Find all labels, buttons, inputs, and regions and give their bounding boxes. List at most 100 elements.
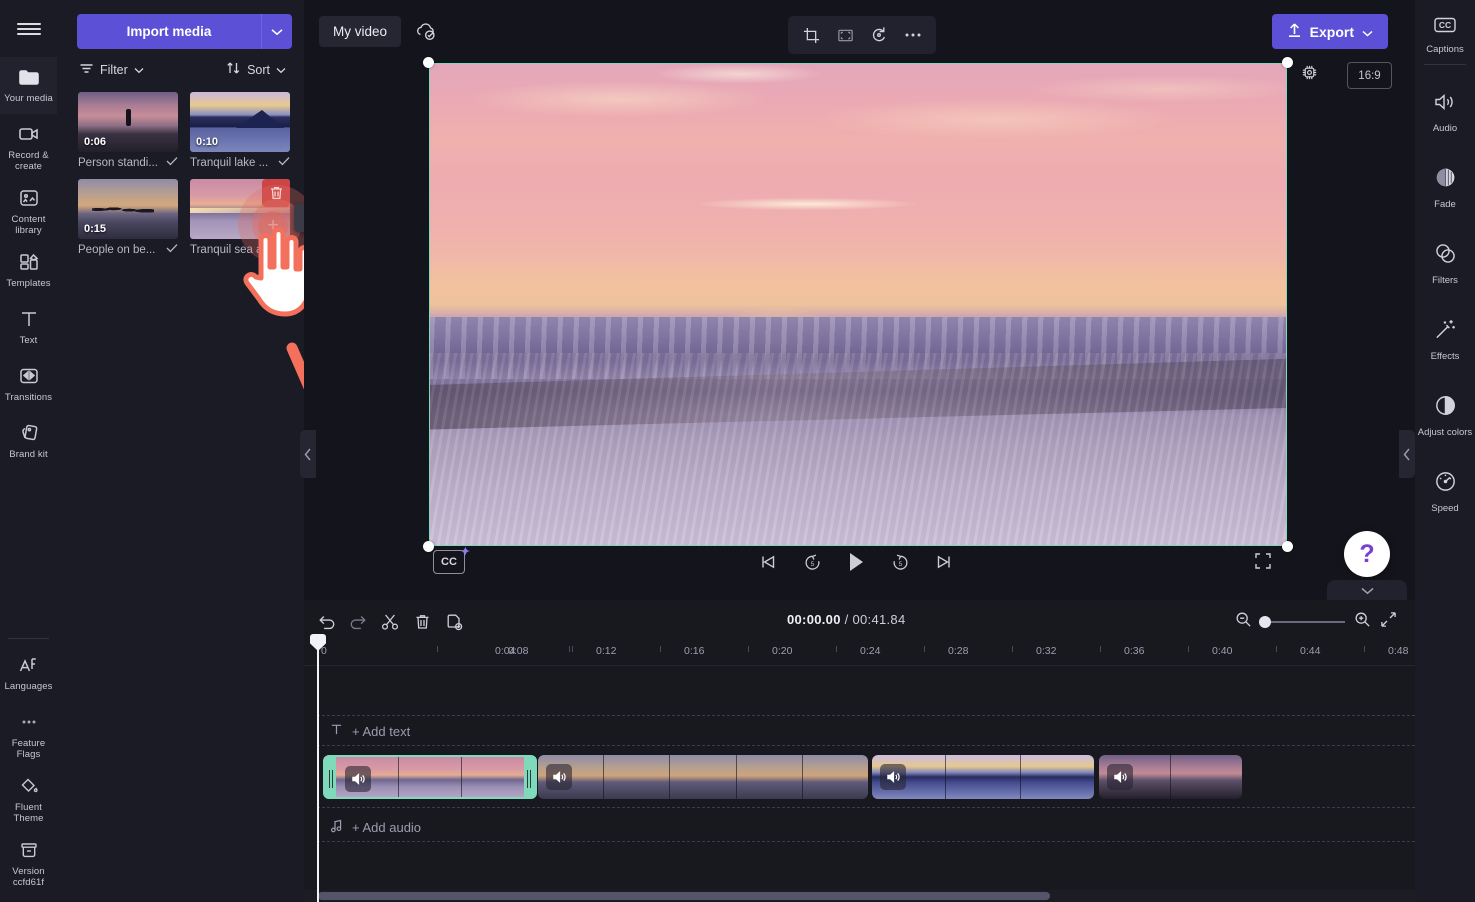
fit-timeline-icon[interactable] bbox=[1380, 611, 1397, 633]
zoom-slider-knob[interactable] bbox=[1259, 616, 1271, 628]
skip-to-end-button[interactable] bbox=[930, 548, 958, 576]
timeline-clip-person-standing[interactable] bbox=[1099, 755, 1242, 799]
timeline-ruler[interactable]: 0 0:04 0:08 0:12 0:16 0:20 0:24 0:28 0:3… bbox=[304, 640, 1415, 666]
timeline-clip-selected[interactable] bbox=[323, 755, 537, 799]
sidebar-item-your-media[interactable]: Your media bbox=[0, 57, 57, 114]
sidebar-item-transitions[interactable]: Transitions bbox=[0, 356, 57, 413]
export-button[interactable]: Export bbox=[1271, 14, 1388, 49]
right-rail-item-captions[interactable]: CC Captions bbox=[1415, 8, 1475, 61]
ruler-tick-20: 0:20 bbox=[772, 645, 793, 657]
right-rail-item-speed[interactable]: Speed bbox=[1415, 462, 1475, 520]
media-name: Tranquil lake ... bbox=[190, 156, 269, 169]
right-rail-item-filters[interactable]: Filters bbox=[1415, 234, 1475, 292]
rotate-icon[interactable] bbox=[864, 20, 894, 50]
zoom-out-icon[interactable] bbox=[1235, 611, 1252, 633]
clip-frame bbox=[604, 755, 671, 799]
forward-5-button[interactable]: 5 bbox=[886, 548, 914, 576]
aspect-ratio-chip[interactable]: 16:9 bbox=[1347, 62, 1392, 89]
speaker-icon[interactable] bbox=[880, 764, 906, 790]
ellipsis-icon[interactable] bbox=[898, 20, 928, 50]
panel-pull-handle[interactable] bbox=[1327, 580, 1407, 602]
sidebar-item-fluent-theme[interactable]: Fluent Theme bbox=[0, 766, 57, 830]
media-card-tranquil-lake[interactable]: 0:10 Tranquil lake ... bbox=[190, 92, 290, 169]
cloud-saved-icon[interactable] bbox=[414, 20, 438, 47]
video-preview-frame[interactable] bbox=[429, 63, 1287, 546]
project-title-chip[interactable]: My video bbox=[319, 16, 402, 47]
chevron-down-icon[interactable] bbox=[261, 14, 292, 49]
speaker-icon[interactable] bbox=[345, 766, 371, 792]
resize-handle-bottom-left[interactable] bbox=[423, 541, 434, 552]
right-rail-item-audio[interactable]: Audio bbox=[1415, 83, 1475, 140]
media-card-tranquil-sea[interactable]: + Tranquil sea a... bbox=[190, 179, 290, 256]
settings-chip-icon[interactable] bbox=[1300, 63, 1319, 87]
hamburger-menu-icon[interactable] bbox=[0, 0, 57, 57]
collapse-media-panel-button[interactable] bbox=[300, 430, 316, 478]
collapse-right-panel-button[interactable] bbox=[1399, 430, 1415, 478]
zoom-slider[interactable] bbox=[1259, 616, 1345, 628]
sidebar-item-brand-kit[interactable]: Brand kit bbox=[0, 413, 57, 470]
resize-handle-top-right[interactable] bbox=[1282, 57, 1293, 68]
resize-handle-bottom-right[interactable] bbox=[1282, 541, 1293, 552]
right-rail-divider bbox=[1424, 64, 1466, 65]
skip-to-start-button[interactable] bbox=[754, 548, 782, 576]
play-button[interactable] bbox=[842, 548, 870, 576]
fullscreen-button[interactable] bbox=[1254, 552, 1272, 575]
playhead[interactable] bbox=[310, 634, 326, 902]
right-rail-label: Effects bbox=[1430, 351, 1460, 362]
sidebar-item-version[interactable]: Version ccfd61f bbox=[0, 830, 57, 902]
sidebar-item-text[interactable]: Text bbox=[0, 299, 57, 356]
ruler-tick-mid bbox=[1012, 646, 1013, 652]
add-audio-row[interactable]: + Add audio bbox=[330, 819, 421, 836]
right-rail-item-effects[interactable]: Effects bbox=[1415, 310, 1475, 368]
media-name-row: Tranquil lake ... bbox=[190, 156, 290, 169]
media-card-people-on-beach[interactable]: 0:15 People on be... bbox=[78, 179, 178, 256]
clip-frame bbox=[1020, 755, 1094, 799]
speaker-icon[interactable] bbox=[1107, 764, 1133, 790]
media-thumbnail[interactable]: 0:10 bbox=[190, 92, 290, 152]
sidebar-item-languages[interactable]: Languages bbox=[0, 645, 57, 702]
svg-text:CC: CC bbox=[1439, 20, 1451, 30]
trash-icon[interactable] bbox=[262, 179, 290, 207]
media-card-person-standing[interactable]: 0:06 Person standi... bbox=[78, 92, 178, 169]
video-preview-container[interactable] bbox=[423, 57, 1293, 552]
folder-icon bbox=[16, 64, 42, 90]
crop-icon[interactable] bbox=[796, 20, 826, 50]
timeline-clip-tranquil-lake[interactable] bbox=[872, 755, 1094, 799]
plus-icon[interactable]: + bbox=[258, 211, 288, 241]
rewind-5-button[interactable]: 5 bbox=[798, 548, 826, 576]
trim-handle-left[interactable] bbox=[329, 770, 333, 788]
right-rail-item-adjust-colors[interactable]: Adjust colors bbox=[1415, 386, 1475, 444]
trim-handle-right[interactable] bbox=[527, 770, 531, 788]
resize-handle-top-left[interactable] bbox=[423, 57, 434, 68]
add-text-row[interactable]: + Add text bbox=[330, 723, 410, 739]
captions-toggle-button[interactable]: CC ✦ bbox=[433, 546, 470, 574]
filter-button[interactable]: Filter bbox=[79, 61, 144, 78]
scrollbar-thumb[interactable] bbox=[318, 892, 1050, 900]
split-button[interactable] bbox=[377, 609, 403, 635]
media-thumbnail[interactable]: 0:15 bbox=[78, 179, 178, 239]
sidebar-item-feature-flags[interactable]: Feature Flags bbox=[0, 702, 57, 766]
timecode-separator: / bbox=[840, 612, 853, 627]
sidebar-item-content-library[interactable]: Content library bbox=[0, 178, 57, 242]
help-button[interactable]: ? bbox=[1344, 531, 1390, 577]
magic-wand-icon bbox=[1433, 317, 1458, 347]
fit-icon[interactable] bbox=[830, 20, 860, 50]
zoom-in-icon[interactable] bbox=[1354, 611, 1371, 633]
timeline-horizontal-scrollbar[interactable] bbox=[304, 890, 1415, 902]
timeline-clip-people-on-beach[interactable] bbox=[538, 755, 868, 799]
import-media-button[interactable]: Import media bbox=[77, 14, 261, 49]
speaker-icon[interactable] bbox=[546, 764, 572, 790]
media-name: Person standi... bbox=[78, 156, 158, 169]
undo-button[interactable] bbox=[313, 609, 339, 635]
sort-button[interactable]: Sort bbox=[226, 61, 286, 78]
right-rail-item-fade[interactable]: Fade bbox=[1415, 158, 1475, 216]
sidebar-item-templates[interactable]: Templates bbox=[0, 242, 57, 299]
delete-button[interactable] bbox=[409, 609, 435, 635]
filter-icon bbox=[79, 62, 94, 78]
sidebar-item-record-create[interactable]: Record & create bbox=[0, 114, 57, 178]
clip-frame bbox=[399, 757, 462, 797]
media-name: People on be... bbox=[78, 243, 156, 256]
media-thumbnail[interactable]: 0:06 bbox=[78, 92, 178, 152]
duplicate-button[interactable] bbox=[441, 609, 467, 635]
redo-button[interactable] bbox=[345, 609, 371, 635]
